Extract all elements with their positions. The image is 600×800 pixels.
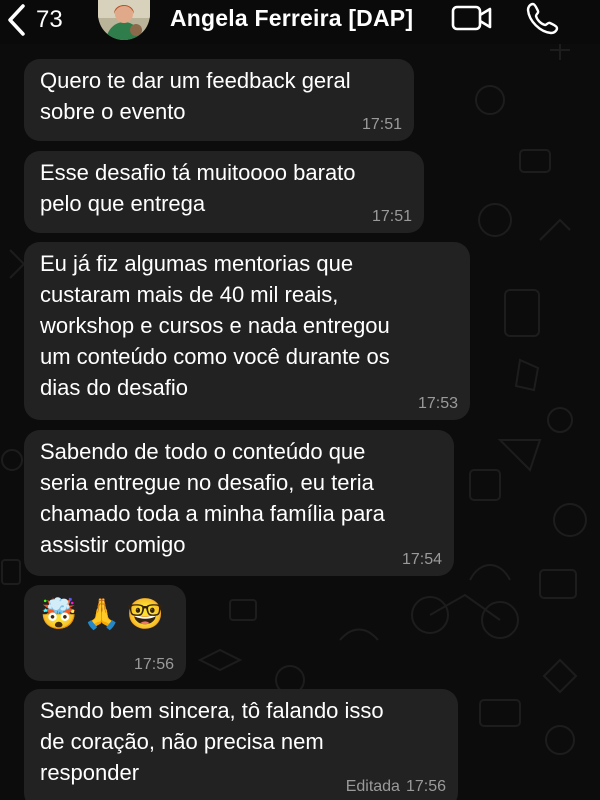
message-bubble[interactable]: 🤯 🙏 🤓 17:56: [24, 585, 186, 681]
voice-call-button[interactable]: [526, 1, 560, 35]
emoji-row: 🤯 🙏 🤓: [40, 591, 172, 633]
video-camera-icon: [451, 5, 492, 31]
chevron-left-icon: [8, 4, 25, 36]
exploding-head-emoji: 🤯: [40, 597, 78, 632]
message-bubble[interactable]: Sendo bem sincera, tô falando isso de co…: [24, 689, 458, 800]
message-text: Esse desafio tá muitoooo barato pelo que…: [40, 160, 356, 216]
contact-photo: [98, 0, 150, 40]
chat-header: 73 Angela Ferreira [DAP]: [0, 0, 600, 44]
message-text: Quero te dar um feedback geral sobre o e…: [40, 68, 351, 124]
message-time: 17:53: [417, 395, 458, 412]
message-time-row: Editada 17:56: [346, 779, 446, 795]
contact-name[interactable]: Angela Ferreira [DAP]: [170, 5, 413, 32]
video-call-button[interactable]: [451, 2, 493, 34]
folded-hands-emoji: 🙏: [83, 597, 121, 632]
message-time: 17:54: [401, 551, 442, 568]
chat-screen: 73 Angela Ferreira [DAP] Quero te dar um…: [0, 0, 600, 800]
message-time: 17:51: [371, 208, 412, 225]
message-bubble[interactable]: Eu já fiz algumas mentorias que custaram…: [24, 242, 470, 420]
message-bubble[interactable]: Quero te dar um feedback geral sobre o e…: [24, 59, 414, 141]
message-bubble[interactable]: Sabendo de todo o conteúdo que seria ent…: [24, 430, 454, 576]
message-time: 17:56: [405, 778, 446, 795]
message-time: 17:56: [133, 656, 174, 673]
message-text: Sendo bem sincera, tô falando isso de co…: [40, 698, 384, 785]
message-time: 17:51: [361, 116, 402, 133]
message-text: Eu já fiz algumas mentorias que custaram…: [40, 251, 390, 400]
avatar[interactable]: [98, 0, 150, 40]
nerd-face-emoji: 🤓: [126, 597, 165, 632]
message-bubble[interactable]: Esse desafio tá muitoooo barato pelo que…: [24, 151, 424, 233]
unread-count: 73: [36, 6, 63, 33]
phone-icon: [526, 2, 559, 35]
edited-label: Editada: [345, 778, 400, 795]
message-text: Sabendo de todo o conteúdo que seria ent…: [40, 439, 385, 557]
back-button[interactable]: 73: [6, 0, 63, 40]
